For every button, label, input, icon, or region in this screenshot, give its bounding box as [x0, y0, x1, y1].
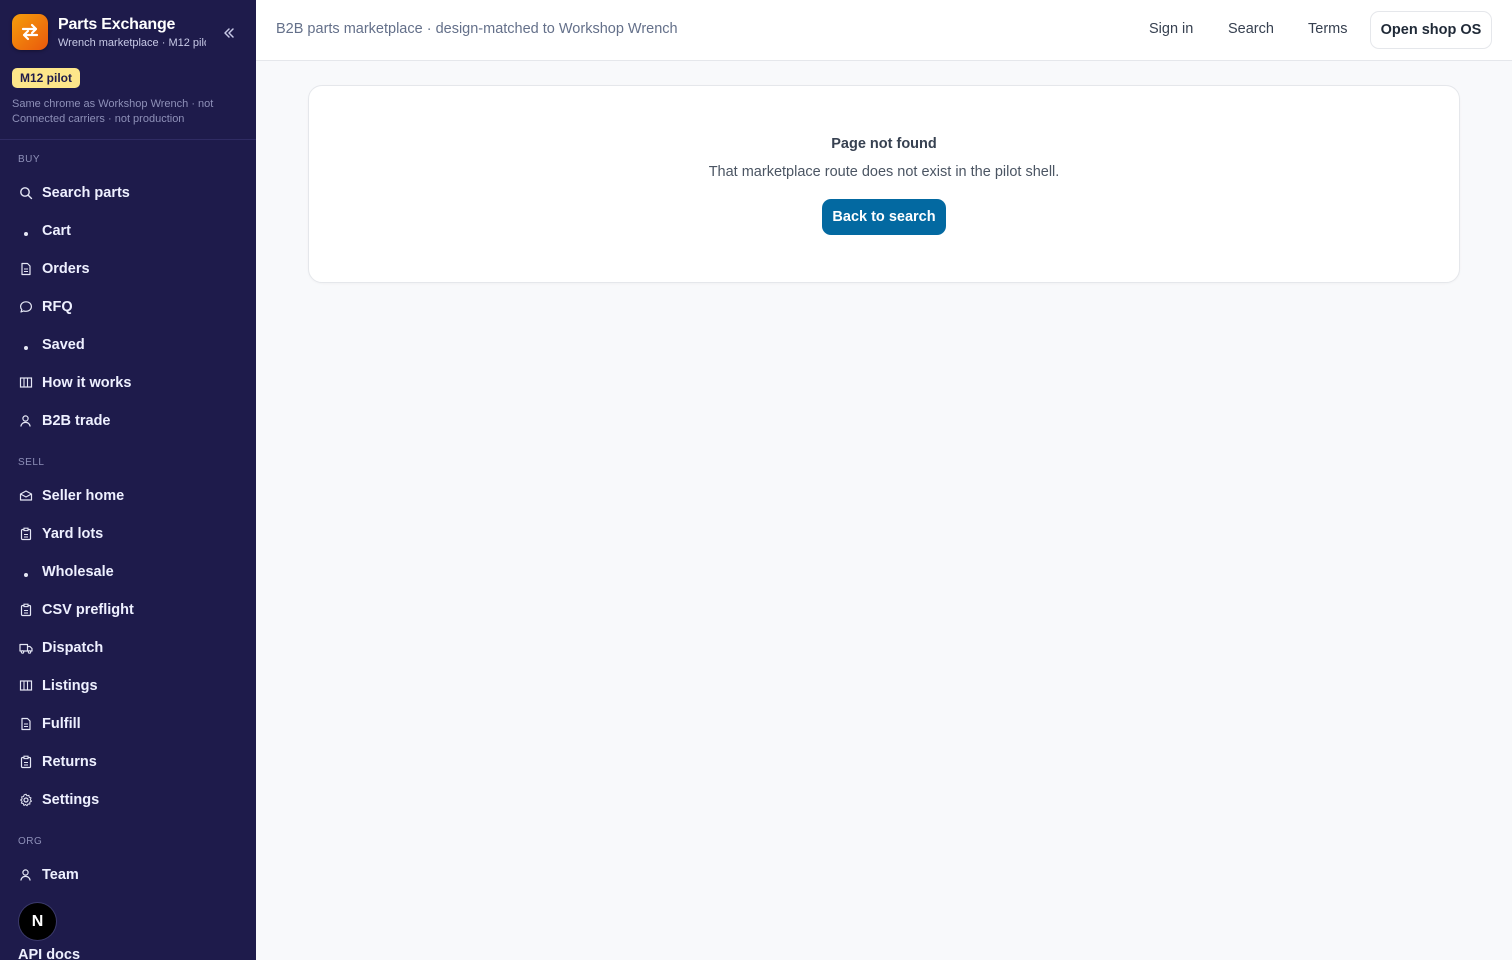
sidebar-item-label: Yard lots — [42, 526, 104, 542]
pilot-note-line2: Connected carriers · not production — [12, 113, 185, 125]
section-label-buy: BUY — [18, 154, 41, 165]
sidebar-item-label: Seller home — [42, 488, 125, 504]
brand-title: Parts Exchange — [58, 15, 176, 33]
document-icon — [18, 716, 34, 732]
dot-icon — [18, 564, 34, 580]
pilot-note: Same chrome as Workshop Wrench · not Con… — [12, 97, 248, 127]
sign-in-link[interactable]: Sign in — [1149, 21, 1193, 37]
sidebar-item-seller-home[interactable]: Seller home — [18, 481, 244, 511]
exchange-logo-icon — [12, 14, 48, 50]
sidebar-item-wholesale[interactable]: Wholesale — [18, 557, 244, 587]
sidebar-item-team[interactable]: Team — [18, 860, 244, 890]
avatar[interactable]: N — [19, 903, 56, 940]
sidebar-item-label: Cart — [42, 223, 72, 239]
sidebar-item-saved[interactable]: Saved — [18, 330, 244, 360]
collapse-sidebar-button[interactable] — [218, 22, 240, 44]
sidebar-item-orders[interactable]: Orders — [18, 254, 244, 284]
sidebar-item-search-parts[interactable]: Search parts — [18, 178, 244, 208]
sidebar-item-fulfill[interactable]: Fulfill — [18, 709, 244, 739]
back-to-search-button[interactable]: Back to search — [822, 199, 946, 235]
sidebar-item-label: Search parts — [42, 185, 130, 201]
sidebar-item-yard-lots[interactable]: Yard lots — [18, 519, 244, 549]
sidebar-item-b2b-trade[interactable]: B2B trade — [18, 406, 244, 436]
sidebar-item-returns[interactable]: Returns — [18, 747, 244, 777]
section-label-sell: SELL — [18, 457, 45, 468]
page-description: That marketplace route does not exist in… — [708, 164, 1060, 180]
pilot-badge: M12 pilot — [12, 68, 81, 88]
topbar: B2B parts marketplace · design-matched t… — [256, 0, 1512, 61]
section-label-org: ORG — [18, 836, 43, 847]
sidebar-item-rfq[interactable]: RFQ — [18, 292, 244, 322]
sidebar-item-listings[interactable]: Listings — [18, 671, 244, 701]
topbar-caption: B2B parts marketplace · design-matched t… — [276, 21, 678, 37]
user-icon — [18, 413, 34, 429]
user-icon — [18, 867, 34, 883]
page-title: Page not found — [831, 136, 937, 152]
clipboard-icon — [18, 526, 34, 542]
sidebar-item-settings[interactable]: Settings — [18, 785, 244, 815]
sidebar-item-label: CSV preflight — [42, 602, 134, 618]
sidebar-item-label: API docs — [18, 947, 81, 960]
dot-icon — [18, 337, 34, 353]
brand[interactable]: Parts Exchange Wrench marketplace · M12 … — [12, 14, 206, 50]
sidebar-item-label: Dispatch — [42, 640, 104, 656]
sidebar-item-label: Settings — [42, 792, 100, 808]
sidebar-item-csv-preflight[interactable]: CSV preflight — [18, 595, 244, 625]
sidebar-item-how-it-works[interactable]: How it works — [18, 368, 244, 398]
sidebar-item-label: Saved — [42, 337, 85, 353]
sidebar-item-label: How it works — [42, 375, 132, 391]
chat-icon — [18, 299, 34, 315]
sidebar-item-label: Fulfill — [42, 716, 81, 732]
truck-icon — [18, 640, 34, 656]
document-icon — [18, 261, 34, 277]
not-found-card: Page not found That marketplace route do… — [308, 85, 1460, 283]
sidebar-item-label: Listings — [42, 678, 98, 694]
board-icon — [18, 678, 34, 694]
search-link[interactable]: Search — [1228, 21, 1274, 37]
sidebar-item-label: B2B trade — [42, 413, 111, 429]
clipboard-icon — [18, 754, 34, 770]
board-icon — [18, 375, 34, 391]
inbox-icon — [18, 488, 34, 504]
sidebar: Parts Exchange Wrench marketplace · M12 … — [0, 0, 256, 960]
clipboard-icon — [18, 602, 34, 618]
sidebar-item-label: Returns — [42, 754, 97, 770]
sidebar-item-dispatch[interactable]: Dispatch — [18, 633, 244, 663]
search-icon — [18, 185, 34, 201]
brand-subtitle: Wrench marketplace · M12 pilot — [58, 36, 206, 49]
sidebar-item-cart[interactable]: Cart — [18, 216, 244, 246]
gear-icon — [18, 792, 34, 808]
sidebar-item-label: Team — [42, 867, 79, 883]
terms-link[interactable]: Terms — [1308, 21, 1347, 37]
dot-icon — [18, 223, 34, 239]
sidebar-item-label: Orders — [42, 261, 90, 277]
pilot-note-line1: Same chrome as Workshop Wrench · not — [12, 98, 214, 110]
chevrons-left-icon — [224, 28, 234, 38]
sidebar-item-api-docs[interactable]: API docs — [18, 940, 244, 960]
sidebar-item-label: RFQ — [42, 299, 73, 315]
sidebar-divider — [0, 139, 256, 140]
sidebar-item-label: Wholesale — [42, 564, 114, 580]
open-shop-os-button[interactable]: Open shop OS — [1370, 11, 1492, 49]
